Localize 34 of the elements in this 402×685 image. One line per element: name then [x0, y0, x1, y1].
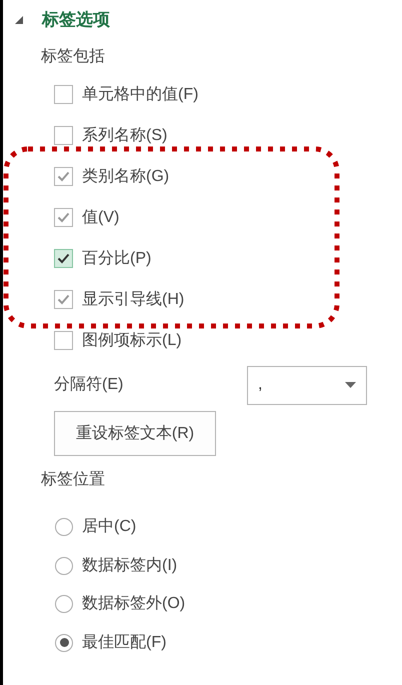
- checkbox-label[interactable]: 系列名称(S): [82, 124, 168, 148]
- separator-dropdown[interactable]: ,: [247, 366, 367, 404]
- caret-icon: [345, 382, 356, 388]
- check-icon: [57, 253, 70, 264]
- checkbox-label[interactable]: 百分比(P): [82, 246, 152, 270]
- checkbox[interactable]: [54, 208, 73, 227]
- group-heading: 标签包括: [41, 47, 105, 67]
- check-icon: [57, 294, 70, 305]
- radio-button[interactable]: [55, 518, 73, 536]
- checkbox[interactable]: [54, 249, 73, 268]
- section-title[interactable]: 标签选项: [42, 7, 110, 33]
- radio-label[interactable]: 数据标签外(O): [82, 592, 186, 616]
- checkbox[interactable]: [54, 167, 73, 186]
- checkbox-label[interactable]: 单元格中的值(F): [82, 82, 198, 106]
- checkbox[interactable]: [54, 85, 73, 104]
- radio-button[interactable]: [55, 595, 73, 614]
- radio-label[interactable]: 数据标签内(I): [82, 554, 178, 578]
- checkbox-label[interactable]: 类别名称(G): [82, 164, 170, 188]
- radio-label[interactable]: 居中(C): [82, 515, 136, 540]
- checkbox-label[interactable]: 显示引导线(H): [82, 288, 184, 312]
- group-heading: 标签位置: [41, 470, 105, 490]
- radio-button[interactable]: [55, 634, 73, 652]
- checkbox[interactable]: [54, 331, 73, 350]
- check-icon: [57, 171, 70, 182]
- checkbox[interactable]: [54, 290, 73, 309]
- radio-button[interactable]: [55, 556, 73, 575]
- radio-label[interactable]: 最佳匹配(F): [82, 630, 166, 655]
- collapse-triangle-icon[interactable]: [14, 15, 24, 25]
- check-icon: [57, 212, 70, 223]
- checkbox-label[interactable]: 值(V): [82, 206, 120, 230]
- checkbox[interactable]: [54, 126, 73, 145]
- checkbox-label[interactable]: 图例项标示(L): [82, 328, 182, 352]
- field-label: 分隔符(E): [54, 375, 124, 395]
- reset-button[interactable]: 重设标签文本(R): [54, 411, 216, 456]
